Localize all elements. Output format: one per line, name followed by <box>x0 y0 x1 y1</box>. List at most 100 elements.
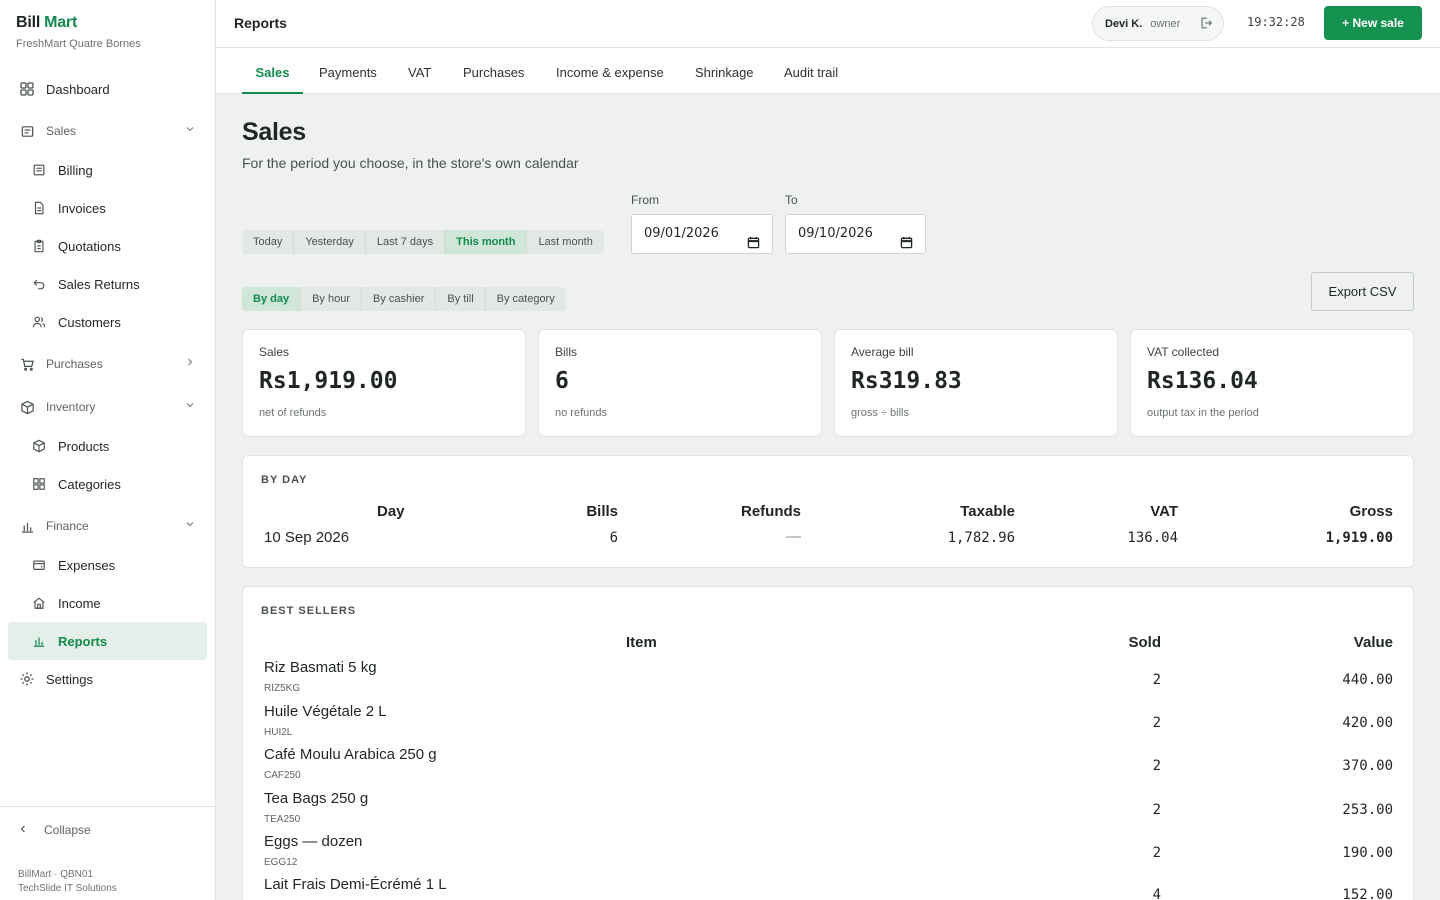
cell-bills: 6 <box>609 530 618 546</box>
package-icon <box>30 437 48 455</box>
preset-last-7-days[interactable]: Last 7 days <box>366 230 446 254</box>
item-sku: TEA250 <box>264 814 301 825</box>
calendar-icon[interactable] <box>900 227 913 265</box>
cell-taxable: 1,782.96 <box>947 530 1015 546</box>
item-sku: EGG12 <box>264 857 298 868</box>
return-arrow-icon <box>30 275 48 293</box>
calendar-icon[interactable] <box>747 227 760 265</box>
document-icon <box>30 199 48 217</box>
kpi-card-vat-collected: VAT collected Rs136.04 output tax in the… <box>1130 329 1414 437</box>
tab-purchases[interactable]: Purchases <box>463 48 524 94</box>
sidebar-item-sales-returns[interactable]: Sales Returns <box>8 265 207 303</box>
sidebar-group-finance[interactable]: Finance <box>8 506 207 546</box>
sidebar-item-label: Categories <box>58 476 121 492</box>
chevron-down-icon <box>185 123 195 137</box>
tab-audit-trail[interactable]: Audit trail <box>784 48 838 94</box>
dashboard-icon <box>18 80 36 98</box>
kpi-label: VAT collected <box>1147 345 1220 359</box>
collapse-button[interactable]: Collapse <box>18 823 91 837</box>
cell-value: 190.00 <box>1342 845 1393 861</box>
vendor-name: TechSlide IT Solutions <box>18 883 117 894</box>
item-name: Tea Bags 250 g <box>264 790 369 807</box>
sidebar-item-billing[interactable]: Billing <box>8 151 207 189</box>
period-presets: Today Yesterday Last 7 days This month L… <box>242 230 604 254</box>
cell-value: 152.00 <box>1342 887 1393 900</box>
item-sku: CAF250 <box>264 770 301 781</box>
chevron-right-icon <box>185 356 195 370</box>
sidebar-group-inventory[interactable]: Inventory <box>8 387 207 427</box>
user-name: Devi K. <box>1105 17 1143 30</box>
tab-sales[interactable]: Sales <box>242 48 303 94</box>
tab-income-expense[interactable]: Income & expense <box>556 48 664 94</box>
user-chip[interactable]: Devi K. owner <box>1092 6 1224 41</box>
group-by-day[interactable]: By day <box>242 287 302 311</box>
app-version: BillMart · QBN01 <box>18 869 94 880</box>
bar-chart-icon <box>30 632 48 650</box>
kpi-label: Sales <box>259 345 290 359</box>
sidebar-item-customers[interactable]: Customers <box>8 303 207 341</box>
new-sale-button[interactable]: + New sale <box>1324 6 1422 40</box>
kpi-note: no refunds <box>555 407 607 419</box>
kpi-value: Rs136.04 <box>1147 368 1258 394</box>
sidebar-item-label: Expenses <box>58 557 116 573</box>
column-header-sold: Sold <box>1128 634 1162 651</box>
sidebar-group-label: Purchases <box>46 357 103 371</box>
sidebar-item-label: Invoices <box>58 200 106 216</box>
group-by-cashier[interactable]: By cashier <box>362 287 437 311</box>
cell-gross: 1,919.00 <box>1325 530 1393 546</box>
sidebar-item-label: Sales Returns <box>58 276 140 292</box>
to-label: To <box>785 193 798 207</box>
sidebar-item-invoices[interactable]: Invoices <box>8 189 207 227</box>
tab-payments[interactable]: Payments <box>319 48 377 94</box>
wallet-icon <box>30 556 48 574</box>
tab-shrinkage[interactable]: Shrinkage <box>695 48 754 94</box>
logout-icon[interactable] <box>1199 16 1213 33</box>
kpi-note: net of refunds <box>259 407 327 419</box>
group-by-hour[interactable]: By hour <box>301 287 362 311</box>
group-by-till[interactable]: By till <box>436 287 486 311</box>
receipt-icon <box>18 122 36 140</box>
kpi-note: output tax in the period <box>1147 407 1259 419</box>
sidebar-item-label: Reports <box>58 633 108 649</box>
item-name: Huile Végétale 2 L <box>264 703 387 720</box>
sidebar-item-label: Settings <box>46 671 93 687</box>
best-sellers-title: BEST SELLERS <box>261 605 357 617</box>
preset-today[interactable]: Today <box>242 230 295 254</box>
sidebar-group-sales[interactable]: Sales <box>8 111 207 151</box>
cell-sold: 2 <box>1152 758 1161 774</box>
item-sku: RIZ5KG <box>264 683 301 694</box>
users-icon <box>30 313 48 331</box>
sidebar-item-label: Products <box>58 438 110 454</box>
brand-logo[interactable]: Bill Mart <box>16 14 141 32</box>
sidebar-item-label: Quotations <box>58 238 121 254</box>
sidebar-item-categories[interactable]: Categories <box>8 465 207 503</box>
sidebar-item-settings[interactable]: Settings <box>8 660 207 698</box>
sidebar-item-expenses[interactable]: Expenses <box>8 546 207 584</box>
preset-this-month[interactable]: This month <box>445 230 528 254</box>
sidebar-group-label: Sales <box>46 124 77 138</box>
column-header-value: Value <box>1353 634 1393 651</box>
brand-name-bill: Bill <box>16 14 41 31</box>
sidebar-item-dashboard[interactable]: Dashboard <box>8 70 207 108</box>
preset-yesterday[interactable]: Yesterday <box>294 230 366 254</box>
to-date-input[interactable]: 09/10/2026 <box>785 214 926 254</box>
sidebar-group-purchases[interactable]: Purchases <box>8 344 207 384</box>
sidebar-item-income[interactable]: Income <box>8 584 207 622</box>
preset-last-month[interactable]: Last month <box>527 230 603 254</box>
group-by-category[interactable]: By category <box>486 287 566 311</box>
report-tabs: Sales Payments VAT Purchases Income & ex… <box>216 48 1440 94</box>
export-csv-button[interactable]: Export CSV <box>1311 272 1414 311</box>
chevron-left-icon <box>18 823 28 837</box>
home-icon <box>30 594 48 612</box>
kpi-card-sales: Sales Rs1,919.00 net of refunds <box>242 329 526 437</box>
cell-value: 420.00 <box>1342 715 1393 731</box>
sidebar-item-label: Billing <box>58 162 93 178</box>
tab-vat[interactable]: VAT <box>408 48 431 94</box>
sidebar-item-quotations[interactable]: Quotations <box>8 227 207 265</box>
from-date-input[interactable]: 09/01/2026 <box>631 214 773 254</box>
kpi-value: Rs1,919.00 <box>259 368 398 394</box>
sidebar-item-reports[interactable]: Reports <box>8 622 207 660</box>
column-header-gross: Gross <box>1349 503 1393 520</box>
sidebar-item-products[interactable]: Products <box>8 427 207 465</box>
billing-icon <box>30 161 48 179</box>
